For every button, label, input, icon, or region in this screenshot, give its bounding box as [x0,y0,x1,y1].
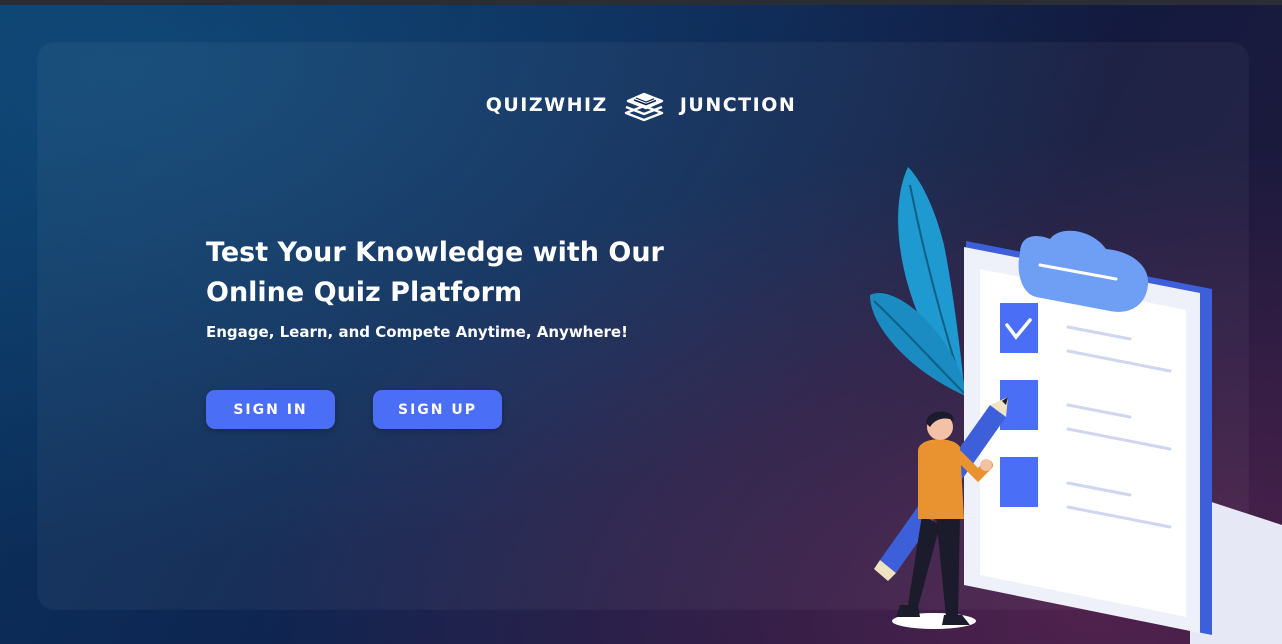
checkbox-icon [1000,457,1038,507]
checkbox-checked-icon [1000,303,1038,353]
hero-title-line2: Online Quiz Platform [206,277,523,308]
brand-name-right: JUNCTION [679,94,797,116]
leaf-icon [870,167,968,397]
brand-name-left: QUIZWHIZ [485,94,608,116]
sign-up-button[interactable]: SIGN UP [373,390,502,429]
stacked-books-icon [622,87,666,123]
hero-title-line1: Test Your Knowledge with Our [206,237,664,268]
quiz-illustration [860,165,1282,644]
landing-screen: QUIZWHIZ JUNCTION Test Your Knowledge wi… [0,0,1282,644]
hero-title: Test Your Knowledge with Our Online Quiz… [206,233,676,313]
sign-in-button[interactable]: SIGN IN [206,390,335,429]
hero-subtitle: Engage, Learn, and Compete Anytime, Anyw… [206,323,628,341]
brand-header: QUIZWHIZ JUNCTION [0,87,1282,123]
